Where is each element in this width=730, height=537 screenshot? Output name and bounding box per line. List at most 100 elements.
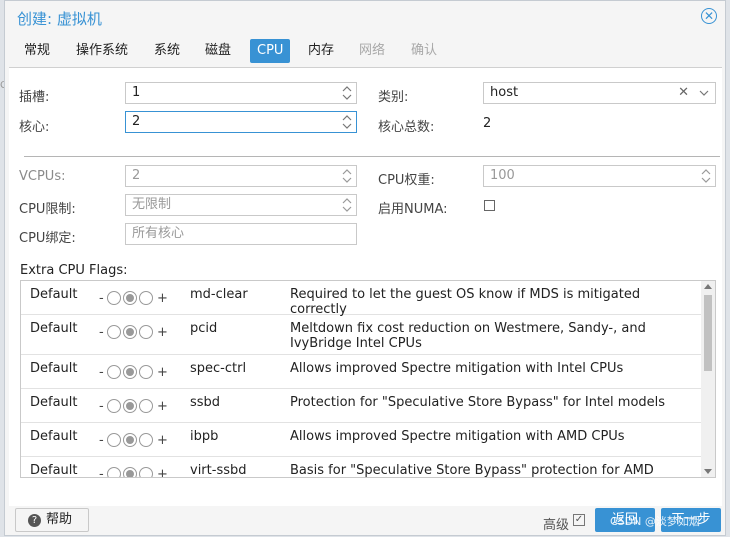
spinner-icon[interactable] bbox=[342, 114, 352, 130]
minus-label: - bbox=[99, 433, 104, 448]
spinner-icon[interactable] bbox=[342, 197, 352, 213]
radio-default[interactable] bbox=[123, 291, 137, 305]
advanced-divider bbox=[24, 156, 720, 157]
radio-default[interactable] bbox=[123, 325, 137, 339]
plus-label: + bbox=[157, 291, 168, 306]
spinner-icon[interactable] bbox=[342, 85, 352, 101]
flag-description: Protection for "Speculative Store Bypass… bbox=[290, 395, 666, 410]
table-row: Default - + spec-ctrl Allows improved Sp… bbox=[21, 355, 701, 389]
clear-icon[interactable]: ✕ bbox=[678, 83, 689, 103]
radio-default[interactable] bbox=[123, 433, 137, 447]
cores-input[interactable]: 2 bbox=[125, 111, 357, 133]
cpu-type-value: host bbox=[490, 85, 519, 100]
radio-on[interactable] bbox=[139, 399, 153, 413]
flag-radio-group: - + bbox=[99, 399, 169, 417]
sockets-value: 1 bbox=[132, 85, 141, 100]
grid-scrollbar[interactable] bbox=[701, 281, 715, 477]
cpu-weight-label: CPU权重: bbox=[378, 173, 435, 188]
dialog-title: 创建: 虚拟机 bbox=[17, 10, 102, 28]
advanced-checkbox[interactable]: ✓ bbox=[573, 514, 585, 526]
dialog-titlebar: 创建: 虚拟机 ✕ bbox=[5, 1, 725, 33]
radio-on[interactable] bbox=[139, 467, 153, 477]
radio-off[interactable] bbox=[107, 291, 121, 305]
tab-disks[interactable]: 磁盘 bbox=[198, 39, 238, 63]
radio-default[interactable] bbox=[123, 399, 137, 413]
tab-general[interactable]: 常规 bbox=[17, 39, 57, 63]
flag-state: Default bbox=[30, 361, 78, 376]
table-row: Default - + md-clear Required to let the… bbox=[21, 281, 701, 317]
cpu-limit-input[interactable]: 无限制 bbox=[125, 194, 357, 216]
table-row: Default - + pcid Meltdown fix cost reduc… bbox=[21, 315, 701, 355]
table-row: Default - + ssbd Protection for "Specula… bbox=[21, 389, 701, 423]
scroll-down-icon[interactable] bbox=[704, 469, 712, 474]
minus-label: - bbox=[99, 399, 104, 414]
cpu-flags-grid: Default - + md-clear Required to let the… bbox=[20, 280, 716, 478]
scroll-up-icon[interactable] bbox=[704, 284, 712, 289]
help-button[interactable]: ? 帮助 bbox=[15, 508, 89, 532]
spinner-icon[interactable] bbox=[701, 168, 711, 184]
flag-description: Basis for "Speculative Store Bypass" pro… bbox=[290, 463, 654, 478]
numa-checkbox[interactable] bbox=[484, 200, 495, 211]
numa-label: 启用NUMA: bbox=[378, 202, 448, 217]
advanced-label: 高级 bbox=[543, 518, 570, 533]
scrollbar-thumb[interactable] bbox=[704, 295, 712, 371]
radio-off[interactable] bbox=[107, 433, 121, 447]
plus-label: + bbox=[157, 365, 168, 380]
minus-label: - bbox=[99, 467, 104, 478]
cores-value: 2 bbox=[132, 114, 141, 129]
cpu-weight-input[interactable]: 100 bbox=[483, 165, 716, 187]
flag-description: Allows improved Spectre mitigation with … bbox=[290, 429, 625, 444]
flag-name: md-clear bbox=[190, 287, 248, 302]
radio-off[interactable] bbox=[107, 467, 121, 477]
vcpus-value: 2 bbox=[132, 168, 141, 183]
cpu-affinity-label: CPU绑定: bbox=[19, 231, 76, 246]
flag-state: Default bbox=[30, 463, 78, 478]
flag-state: Default bbox=[30, 429, 78, 444]
radio-off[interactable] bbox=[107, 365, 121, 379]
flag-name: ibpb bbox=[190, 429, 219, 444]
cpu-panel: 插槽: 1 核心: 2 类别: host ✕ 核心总数: 2 VCPUs: 2 … bbox=[9, 67, 722, 506]
radio-on[interactable] bbox=[139, 325, 153, 339]
vcpus-label: VCPUs: bbox=[19, 169, 66, 184]
chevron-down-icon[interactable] bbox=[699, 83, 709, 110]
flag-radio-group: - + bbox=[99, 365, 169, 383]
close-icon[interactable]: ✕ bbox=[701, 8, 717, 24]
help-label: 帮助 bbox=[46, 512, 73, 527]
type-label: 类别: bbox=[378, 90, 409, 105]
flag-description: Allows improved Spectre mitigation with … bbox=[290, 361, 624, 376]
radio-default[interactable] bbox=[123, 365, 137, 379]
tab-cpu[interactable]: CPU bbox=[250, 39, 291, 63]
radio-default[interactable] bbox=[123, 467, 137, 477]
vcpus-input[interactable]: 2 bbox=[125, 165, 357, 187]
radio-on[interactable] bbox=[139, 365, 153, 379]
sockets-label: 插槽: bbox=[19, 90, 50, 105]
tab-system[interactable]: 系统 bbox=[147, 39, 187, 63]
minus-label: - bbox=[99, 365, 104, 380]
plus-label: + bbox=[157, 325, 168, 340]
radio-off[interactable] bbox=[107, 399, 121, 413]
plus-label: + bbox=[157, 399, 168, 414]
flag-state: Default bbox=[30, 321, 78, 336]
flag-radio-group: - + bbox=[99, 291, 169, 309]
tab-os[interactable]: 操作系统 bbox=[69, 39, 135, 63]
cpu-weight-value: 100 bbox=[490, 168, 515, 183]
cpu-limit-label: CPU限制: bbox=[19, 202, 76, 217]
cpu-type-select[interactable]: host ✕ bbox=[483, 82, 716, 104]
flag-description: Required to let the guest OS know if MDS… bbox=[290, 287, 641, 317]
flag-name: ssbd bbox=[190, 395, 221, 410]
cpu-affinity-input[interactable]: 所有核心 bbox=[125, 223, 357, 245]
radio-off[interactable] bbox=[107, 325, 121, 339]
total-cores-label: 核心总数: bbox=[378, 120, 435, 135]
table-row: Default - + ibpb Allows improved Spectre… bbox=[21, 423, 701, 457]
tab-memory[interactable]: 内存 bbox=[301, 39, 341, 63]
radio-on[interactable] bbox=[139, 433, 153, 447]
flag-name: spec-ctrl bbox=[190, 361, 247, 376]
spinner-icon[interactable] bbox=[342, 168, 352, 184]
radio-on[interactable] bbox=[139, 291, 153, 305]
flag-radio-group: - + bbox=[99, 467, 169, 478]
question-icon: ? bbox=[28, 514, 41, 527]
extra-flags-label: Extra CPU Flags: bbox=[20, 263, 128, 278]
tab-confirm: 确认 bbox=[411, 43, 438, 58]
create-vm-dialog: 创建: 虚拟机 ✕ 常规 操作系统 系统 磁盘 CPU 内存 网络 确认 插槽:… bbox=[4, 0, 726, 536]
sockets-input[interactable]: 1 bbox=[125, 82, 357, 104]
